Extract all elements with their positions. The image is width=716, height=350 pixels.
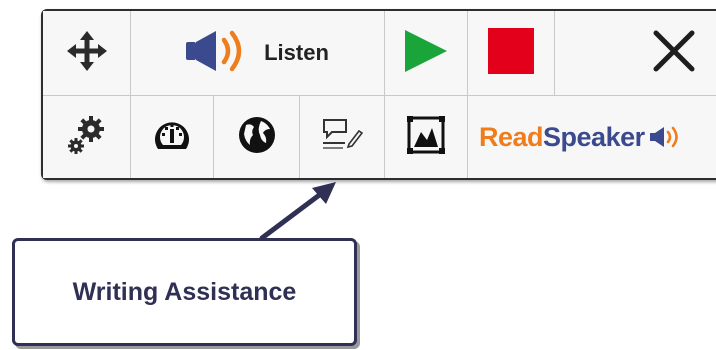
globe-icon: [237, 115, 277, 160]
brand-read-text: Read: [479, 121, 544, 152]
callout-label: Writing Assistance: [72, 277, 297, 306]
stage: Listen Read Speaker Writing Assistance: [0, 0, 716, 350]
listen-button[interactable]: Listen: [131, 11, 385, 96]
picture-icon: [407, 115, 445, 159]
writing-assistance-icon: [321, 118, 364, 157]
stop-icon: [488, 27, 534, 79]
speed-button[interactable]: [131, 96, 214, 178]
writing-assistance-button[interactable]: [300, 96, 385, 178]
play-icon: [403, 28, 449, 79]
close-button[interactable]: [555, 11, 716, 96]
play-button[interactable]: [385, 11, 468, 96]
translate-button[interactable]: [214, 96, 300, 178]
stop-button[interactable]: [468, 11, 555, 96]
speaker-icon: [186, 29, 250, 78]
speedometer-icon: [152, 115, 192, 160]
picture-button[interactable]: [385, 96, 468, 178]
gears-icon: [65, 113, 109, 162]
close-icon: [653, 30, 695, 77]
brand-speaker-icon: [649, 126, 684, 148]
readspeaker-brand[interactable]: Read Speaker: [468, 96, 716, 178]
listen-label: Listen: [264, 40, 329, 65]
writing-assistance-callout: Writing Assistance: [12, 238, 357, 346]
readspeaker-logo: Read Speaker: [479, 122, 684, 153]
settings-button[interactable]: [43, 96, 131, 178]
move-arrows-icon: [66, 30, 107, 76]
readspeaker-toolbar: Listen Read Speaker: [41, 9, 716, 180]
move-button[interactable]: [43, 11, 131, 96]
brand-speaker-text: Speaker: [543, 121, 645, 152]
